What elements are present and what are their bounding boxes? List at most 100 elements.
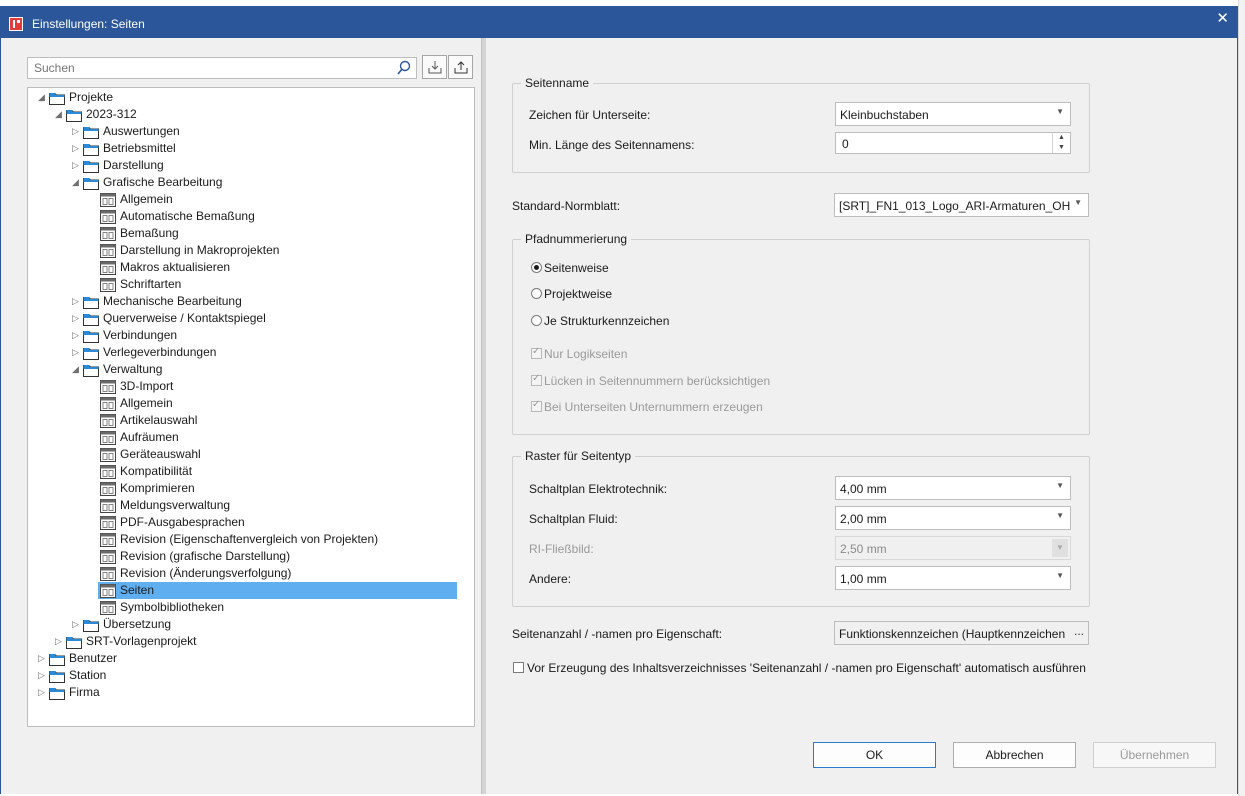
tree-item[interactable]: Automatische Bemaßung: [28, 208, 468, 225]
tree-item[interactable]: Makros aktualisieren: [28, 259, 468, 276]
expand-arrow-icon[interactable]: ▷: [72, 293, 82, 310]
tree-item[interactable]: Revision (Eigenschaftenvergleich von Pro…: [28, 531, 468, 548]
check-label-logikseiten: Nur Logikseiten: [544, 347, 628, 361]
tree-item[interactable]: ▷ Betriebsmittel: [28, 140, 468, 157]
tree-item[interactable]: ▷ SRT-Vorlagenprojekt: [28, 633, 468, 650]
collapse-arrow-icon[interactable]: ◢: [55, 106, 65, 123]
tree-item[interactable]: Revision (grafische Darstellung): [28, 548, 468, 565]
tree-item[interactable]: ◢ Grafische Bearbeitung: [28, 174, 468, 191]
tree-item-label: Betriebsmittel: [103, 141, 176, 155]
tree-item[interactable]: ▷ Querverweise / Kontaktspiegel: [28, 310, 468, 327]
collapse-arrow-icon[interactable]: ◢: [72, 174, 82, 191]
expand-arrow-icon[interactable]: ▷: [38, 684, 48, 701]
raster-select-andere[interactable]: 1,00 mm ▼: [835, 566, 1071, 590]
export-button[interactable]: [448, 55, 473, 79]
app-icon: [9, 17, 23, 31]
tree-item[interactable]: Symbolbibliotheken: [28, 599, 468, 616]
raster-value-elektro: 4,00 mm: [840, 482, 887, 496]
tree-item[interactable]: ◢ 2023-312: [28, 106, 468, 123]
cancel-button[interactable]: Abbrechen: [953, 742, 1076, 768]
check-luecken[interactable]: [531, 373, 542, 386]
radio-projektweise[interactable]: [531, 288, 542, 299]
search-icon[interactable]: [397, 60, 411, 76]
tree-item[interactable]: Allgemein: [28, 191, 468, 208]
tree-item-label: Automatische Bemaßung: [120, 209, 255, 223]
expand-arrow-icon[interactable]: ▷: [38, 667, 48, 684]
check-unternummern[interactable]: [531, 399, 542, 412]
radio-strukturkennzeichen[interactable]: [531, 315, 542, 326]
tree-item[interactable]: Kompatibilität: [28, 463, 468, 480]
settings-panel: Seitenname Zeichen für Unterseite: Klein…: [486, 38, 1237, 794]
tree-item[interactable]: Darstellung in Makroprojekten: [28, 242, 468, 259]
collapse-arrow-icon[interactable]: ◢: [38, 89, 48, 106]
tree-item-label: Darstellung in Makroprojekten: [120, 243, 280, 257]
tree-item-label: Revision (grafische Darstellung): [120, 549, 291, 563]
minlaenge-stepper[interactable]: 0 ▲ ▼: [835, 132, 1071, 154]
collapse-arrow-icon[interactable]: ◢: [72, 361, 82, 378]
folder-icon: [49, 93, 65, 105]
folder-icon: [83, 144, 99, 156]
tree-item-label: Allgemein: [120, 396, 173, 410]
tree-item[interactable]: Aufräumen: [28, 429, 468, 446]
tree-item[interactable]: ▷ Verlegeverbindungen: [28, 344, 468, 361]
tree-item[interactable]: Artikelauswahl: [28, 412, 468, 429]
tree-item-label: Symbolbibliotheken: [120, 600, 225, 614]
expand-arrow-icon[interactable]: ▷: [55, 633, 65, 650]
expand-arrow-icon[interactable]: ▷: [72, 344, 82, 361]
tree-item[interactable]: ▷ Übersetzung: [28, 616, 468, 633]
folder-icon: [83, 348, 99, 360]
expand-arrow-icon[interactable]: ▷: [72, 123, 82, 140]
tree-item[interactable]: Komprimieren: [28, 480, 468, 497]
raster-select-elektro[interactable]: 4,00 mm ▼: [835, 476, 1071, 500]
expand-arrow-icon[interactable]: ▷: [72, 327, 82, 344]
expand-arrow-icon[interactable]: ▷: [38, 650, 48, 667]
tree-item[interactable]: Allgemein: [28, 395, 468, 412]
settings-tree[interactable]: ◢ Projekte ◢ 2023-312 ▷ Auswertungen ▷ Betriebs…: [27, 87, 475, 727]
search-input[interactable]: [28, 58, 388, 78]
settings-dialog: Einstellungen: Seiten ✕ ◢ Projekte: [0, 6, 1238, 794]
tree-item[interactable]: Geräteauswahl: [28, 446, 468, 463]
eigenschaft-field[interactable]: Funktionskennzeichen (Hauptkennzeichen) …: [834, 621, 1089, 645]
tree-item[interactable]: PDF-Ausgabesprachen: [28, 514, 468, 531]
tree-item[interactable]: ◢ Verwaltung: [28, 361, 468, 378]
chevron-down-icon: ▼: [1056, 107, 1064, 116]
page-icon: [100, 397, 116, 411]
tree-item[interactable]: ▷ Station: [28, 667, 468, 684]
tree-item[interactable]: Revision (Änderungsverfolgung): [28, 565, 468, 582]
tree-item[interactable]: Seiten: [28, 582, 468, 599]
more-options-icon[interactable]: ...: [1074, 624, 1084, 638]
raster-select-fluid[interactable]: 2,00 mm ▼: [835, 506, 1071, 530]
raster-value-fluid: 2,00 mm: [840, 512, 887, 526]
radio-label-strukturkennzeichen: Je Strukturkennzeichen: [544, 314, 670, 328]
ok-button[interactable]: OK: [813, 742, 936, 768]
import-button[interactable]: [422, 55, 447, 79]
tree-item[interactable]: ▷ Firma: [28, 684, 468, 701]
expand-arrow-icon[interactable]: ▷: [72, 140, 82, 157]
tree-item[interactable]: Bemaßung: [28, 225, 468, 242]
tree-item[interactable]: ▷ Mechanische Bearbeitung: [28, 293, 468, 310]
group-title-seitenname: Seitenname: [521, 76, 594, 90]
radio-seitenweise[interactable]: [531, 262, 542, 273]
tree-item[interactable]: ▷ Darstellung: [28, 157, 468, 174]
tree-item[interactable]: ▷ Auswertungen: [28, 123, 468, 140]
expand-arrow-icon[interactable]: ▷: [72, 310, 82, 327]
tree-item[interactable]: ▷ Benutzer: [28, 650, 468, 667]
tree-item[interactable]: Meldungsverwaltung: [28, 497, 468, 514]
close-icon[interactable]: ✕: [1216, 9, 1229, 27]
unterseite-select[interactable]: Kleinbuchstaben ▼: [835, 102, 1071, 126]
check-logikseiten[interactable]: [531, 346, 542, 359]
tree-item-label: Allgemein: [120, 192, 173, 206]
normblatt-select[interactable]: [SRT]_FN1_013_Logo_ARI-Armaturen_OHNE ▼: [834, 193, 1089, 217]
tree-item[interactable]: 3D-Import: [28, 378, 468, 395]
expand-arrow-icon[interactable]: ▷: [72, 616, 82, 633]
spinner-arrows-icon[interactable]: ▲ ▼: [1052, 133, 1070, 153]
check-auto-inhaltsverzeichnis[interactable]: [513, 662, 524, 673]
tree-item-label: Firma: [69, 685, 100, 699]
tree-item[interactable]: ◢ Projekte: [28, 89, 468, 106]
tree-item[interactable]: Schriftarten: [28, 276, 468, 293]
tree-item[interactable]: ▷ Verbindungen: [28, 327, 468, 344]
window-title: Einstellungen: Seiten: [32, 17, 145, 31]
check-label-unternummern: Bei Unterseiten Unternummern erzeugen: [544, 400, 763, 414]
tree-item-label: Kompatibilität: [120, 464, 193, 478]
expand-arrow-icon[interactable]: ▷: [72, 157, 82, 174]
